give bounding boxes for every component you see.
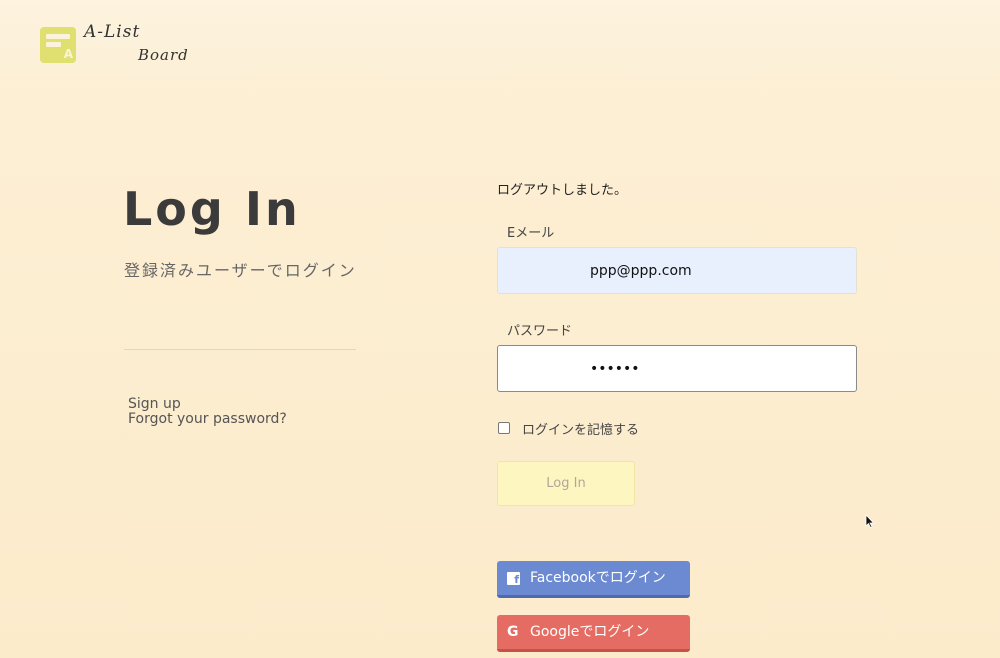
remember-me-checkbox[interactable] (498, 422, 510, 434)
password-input[interactable] (497, 345, 857, 392)
logo-text-line2: Board (138, 46, 189, 64)
logo-icon: A (40, 27, 76, 63)
login-button[interactable]: Log In (497, 461, 635, 506)
facebook-icon: f (507, 572, 520, 586)
remember-me-label: ログインを記憶する (522, 423, 640, 438)
facebook-icon-glyph: f (514, 573, 519, 586)
brand-logo[interactable]: A A-List Board (40, 22, 200, 72)
mouse-cursor-icon (865, 514, 875, 528)
page-title: Log In (123, 182, 301, 236)
google-login-label: Googleでログイン (530, 624, 650, 640)
flash-message: ログアウトしました。 (497, 183, 628, 198)
facebook-login-button[interactable]: f Facebookでログイン (497, 561, 690, 598)
password-label: パスワード (507, 324, 573, 339)
google-login-button[interactable]: G Googleでログイン (497, 615, 690, 652)
sign-up-link[interactable]: Sign up (128, 396, 181, 412)
logo-text-line1: A-List (84, 22, 141, 42)
divider (124, 349, 356, 350)
logo-badge-letter: A (63, 47, 73, 61)
google-icon: G (507, 624, 519, 640)
email-label: Eメール (507, 226, 555, 241)
forgot-password-link[interactable]: Forgot your password? (128, 411, 287, 427)
email-input[interactable] (497, 247, 857, 294)
page-subtitle: 登録済みユーザーでログイン (124, 261, 357, 280)
facebook-login-label: Facebookでログイン (530, 570, 666, 586)
